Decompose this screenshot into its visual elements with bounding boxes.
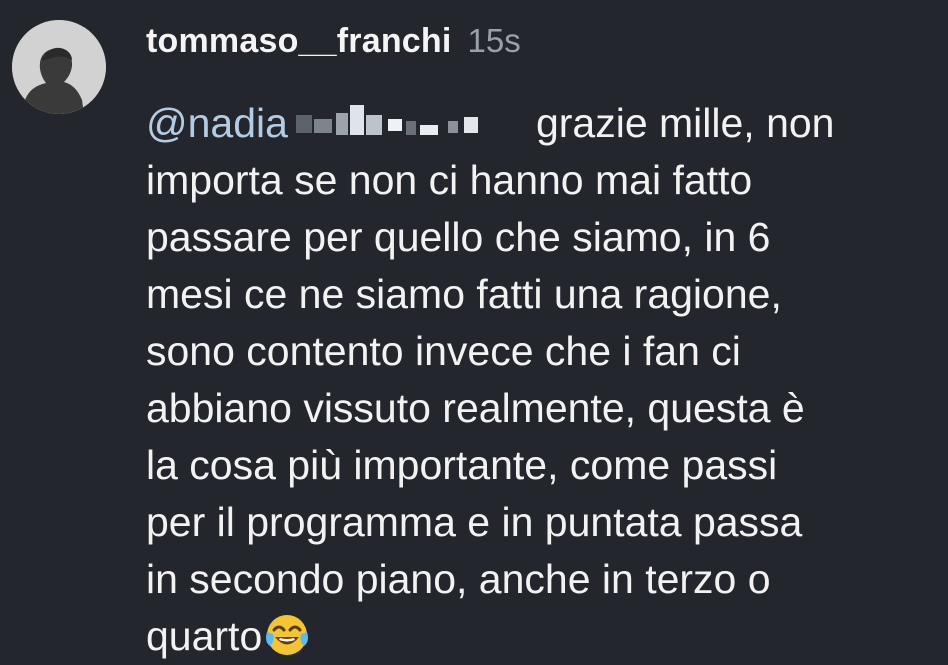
comment-line: sono contento invece che i fan ci <box>146 328 741 374</box>
face-with-tears-of-joy-icon <box>264 612 310 658</box>
comment-line: passare per quello che siamo, in 6 <box>146 214 771 260</box>
avatar[interactable] <box>12 20 106 114</box>
comment-line: quarto <box>146 608 936 665</box>
comment-line: la cosa più importante, come passi <box>146 442 778 488</box>
comment-header: tommaso__franchi 15s <box>146 22 521 66</box>
comment-screen: tommaso__franchi 15s @nadia grazie mille… <box>0 0 948 665</box>
comment-line: in secondo piano, anche in terzo o <box>146 556 771 602</box>
comment-line: abbiano vissuto realmente, questa è <box>146 385 805 431</box>
mention-link[interactable]: @nadia <box>146 100 288 146</box>
comment-line-text: quarto <box>146 613 263 659</box>
comment-line: @nadia grazie mille, non <box>146 95 936 152</box>
redacted-mention-pixelation <box>288 103 526 143</box>
comment-line: per il programma e in puntata passa <box>146 499 803 545</box>
comment-text: @nadia grazie mille, non importa se non … <box>146 95 936 665</box>
username-link[interactable]: tommaso__franchi <box>146 22 452 61</box>
comment-line-text: grazie mille, non <box>535 100 835 146</box>
comment-line: importa se non ci hanno mai fatto <box>146 157 753 203</box>
profile-photo-icon <box>12 20 106 114</box>
timestamp: 15s <box>467 22 521 59</box>
comment-line: mesi ce ne siamo fatti una ragione, <box>146 271 782 317</box>
